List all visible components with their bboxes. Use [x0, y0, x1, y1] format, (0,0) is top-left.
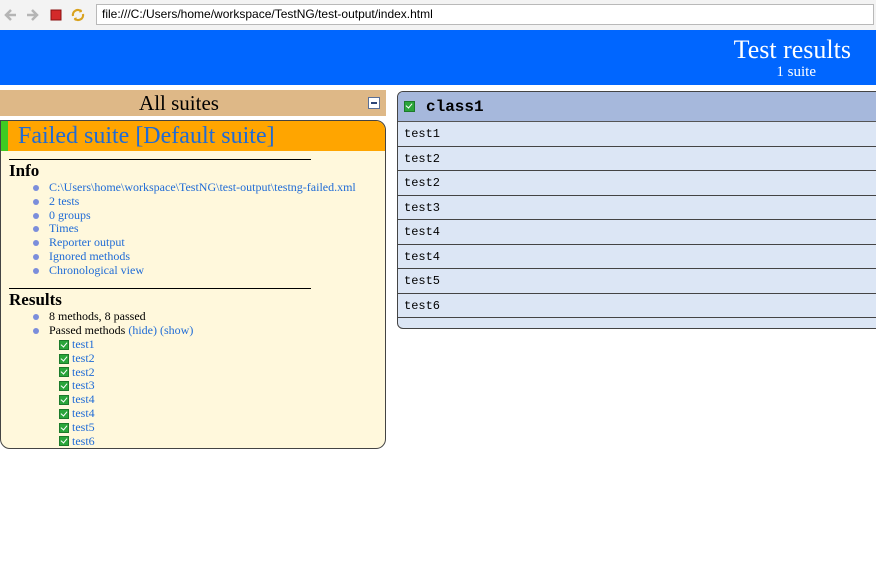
list-item: test5 — [59, 420, 95, 435]
results-heading: Results — [9, 290, 62, 309]
table-row: test5 — [398, 269, 876, 294]
class-title: class1 — [426, 98, 484, 116]
list-item: test6 — [59, 434, 95, 448]
suite-header: Failed suite [Default suite] — [1, 121, 385, 151]
class-method-list: test1 test2 test2 test3 test4 test4 test… — [398, 122, 876, 318]
class-panel: class1 test1 test2 test2 test3 test4 tes… — [397, 91, 876, 329]
pass-check-icon — [59, 353, 69, 364]
address-bar[interactable]: file:///C:/Users/home/workspace/TestNG/t… — [96, 4, 874, 25]
chronological-view-link[interactable]: Chronological view — [33, 263, 356, 278]
method-link[interactable]: test1 — [72, 337, 95, 352]
suite-count: 1 suite — [776, 64, 816, 80]
list-item: test2 — [59, 351, 95, 366]
list-item: test2 — [59, 365, 95, 380]
method-link[interactable]: test2 — [72, 351, 95, 366]
suite-title-link[interactable]: Failed suite [Default suite] — [18, 121, 275, 151]
method-link[interactable]: test5 — [72, 420, 95, 435]
testng-failed-xml-link[interactable]: C:\Users\home\workspace\TestNG\test-outp… — [33, 180, 356, 195]
page-title: Test results — [733, 35, 851, 64]
pass-check-icon — [59, 381, 69, 392]
suite-panel: Failed suite [Default suite] Info C:\Use… — [0, 120, 386, 449]
pass-check-icon — [59, 339, 69, 350]
pass-check-icon — [59, 408, 69, 419]
times-link[interactable]: Times — [33, 222, 356, 236]
passed-methods-label: Passed methods — [49, 322, 126, 337]
results-summary: 8 methods, 8 passed — [33, 309, 193, 324]
results-list: 8 methods, 8 passed Passed methods (hide… — [33, 309, 193, 338]
table-row: test3 — [398, 196, 876, 220]
info-list: C:\Users\home\workspace\TestNG\test-outp… — [33, 180, 356, 278]
all-suites-bar: All suites — [0, 90, 386, 116]
passed-methods-item: Passed methods (hide) (show) — [33, 322, 193, 338]
report-header: Test results 1 suite — [0, 30, 876, 85]
method-link[interactable]: test4 — [72, 392, 95, 407]
pass-check-icon — [59, 436, 69, 447]
class-header: class1 — [398, 92, 876, 122]
passed-methods-list: test1 test2 test2 test3 test4 test4 test… — [59, 337, 95, 448]
info-heading: Info — [9, 161, 40, 180]
list-item: test1 — [59, 337, 95, 352]
pass-check-icon — [59, 395, 69, 406]
method-link[interactable]: test4 — [72, 406, 95, 421]
pass-check-icon — [59, 422, 69, 433]
stop-icon[interactable] — [48, 7, 64, 23]
divider — [9, 288, 311, 289]
tests-link[interactable]: 2 tests — [33, 194, 356, 209]
browser-toolbar: file:///C:/Users/home/workspace/TestNG/t… — [0, 0, 876, 31]
refresh-icon[interactable] — [70, 7, 86, 23]
list-item: test3 — [59, 379, 95, 393]
list-item: test4 — [59, 392, 95, 407]
table-row: test4 — [398, 245, 876, 269]
groups-link[interactable]: 0 groups — [33, 208, 356, 223]
back-arrow-icon[interactable] — [3, 7, 19, 23]
list-item: test4 — [59, 406, 95, 421]
collapse-icon[interactable] — [368, 97, 380, 109]
pass-check-icon — [404, 101, 415, 112]
forward-arrow-icon[interactable] — [24, 7, 40, 23]
method-link[interactable]: test6 — [72, 434, 95, 448]
suite-status-bar — [1, 121, 8, 151]
show-link[interactable]: (show) — [160, 323, 193, 337]
pass-check-icon — [59, 367, 69, 378]
ignored-methods-link[interactable]: Ignored methods — [33, 249, 356, 264]
table-row: test2 — [398, 147, 876, 171]
all-suites-title: All suites — [139, 91, 219, 115]
table-row: test2 — [398, 171, 876, 196]
table-row: test1 — [398, 122, 876, 147]
method-link[interactable]: test3 — [72, 379, 95, 393]
method-link[interactable]: test2 — [72, 365, 95, 380]
table-row: test6 — [398, 294, 876, 318]
hide-link[interactable]: (hide) — [128, 323, 157, 337]
reporter-output-link[interactable]: Reporter output — [33, 235, 356, 250]
table-row: test4 — [398, 220, 876, 245]
divider — [9, 159, 311, 160]
